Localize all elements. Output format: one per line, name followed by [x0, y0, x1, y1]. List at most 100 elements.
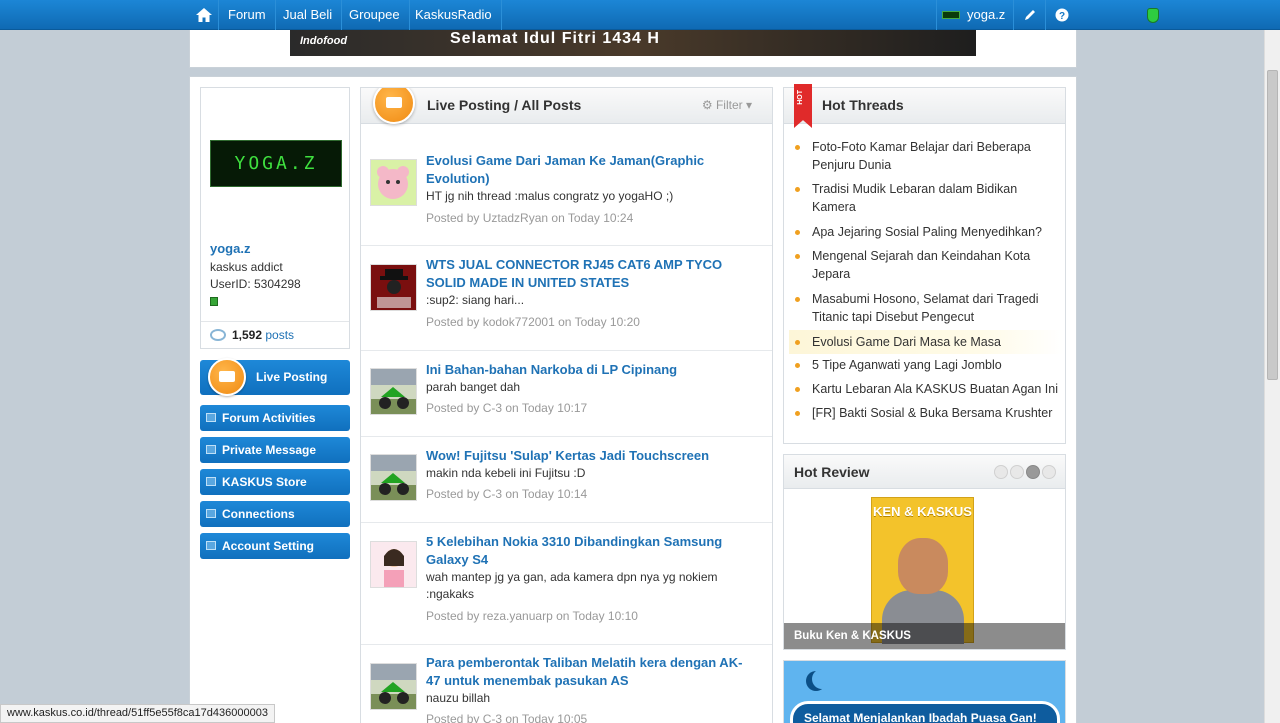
bullet-icon — [795, 187, 800, 192]
hot-thread-title: Tradisi Mudik Lebaran dalam Bidikan Kame… — [812, 182, 1018, 214]
user-avatar-mini — [942, 11, 960, 19]
scrollbar-thumb[interactable] — [1267, 70, 1278, 380]
list-item: Ini Bahan-bahan Narkoba di LP Cipinang p… — [361, 351, 772, 437]
hot-thread-item[interactable]: Masabumi Hosono, Selamat dari Tragedi Ti… — [789, 290, 1064, 326]
pencil-icon[interactable] — [1013, 0, 1045, 30]
post-title-link[interactable]: Wow! Fujitsu 'Sulap' Kertas Jadi Touchsc… — [426, 447, 756, 465]
post-thumbnail[interactable] — [370, 159, 417, 206]
hot-thread-title: Evolusi Game Dari Masa ke Masa — [812, 335, 1001, 349]
hot-thread-item[interactable]: Evolusi Game Dari Masa ke Masa — [789, 330, 1064, 354]
post-count[interactable]: 1,592 posts — [210, 328, 294, 342]
ad-banner[interactable]: Indofood Selamat Idul Fitri 1434 H — [290, 30, 976, 56]
sidebar-item-label: Forum Activities — [222, 411, 316, 425]
post-thumbnail[interactable] — [370, 663, 417, 710]
user-menu[interactable]: yoga.z — [936, 0, 1014, 30]
post-title-link[interactable]: WTS JUAL CONNECTOR RJ45 CAT6 AMP TYCO SO… — [426, 256, 756, 292]
banner-brand: Indofood — [300, 35, 348, 47]
book-title: KEN & KASKUS — [873, 504, 972, 519]
sidebar-item-label: Connections — [222, 507, 295, 521]
list-item: Evolusi Game Dari Jaman Ke Jaman(Graphic… — [361, 125, 772, 246]
hot-review-header: Hot Review — [784, 455, 1065, 489]
post-thumbnail[interactable] — [370, 264, 417, 311]
hot-thread-item[interactable]: Mengenal Sejarah dan Keindahan Kota Jepa… — [789, 247, 1064, 283]
list-item: 5 Kelebihan Nokia 3310 Dibandingkan Sams… — [361, 523, 772, 645]
nav-forum[interactable]: Forum — [219, 0, 276, 30]
status-bar-url: www.kaskus.co.id/thread/51ff5e55f8ca17d4… — [0, 704, 275, 723]
shield-icon[interactable] — [1147, 8, 1159, 23]
wrench-icon — [206, 541, 216, 550]
profile-card: YOGA.Z yoga.z kaskus addict UserID: 5304… — [200, 87, 350, 349]
hot-thread-item[interactable]: Foto-Foto Kamar Belajar dari Beberapa Pe… — [789, 138, 1064, 174]
ramadan-banner[interactable]: Selamat Menjalankan Ibadah Puasa Gan! — [783, 660, 1066, 723]
hot-thread-item[interactable]: Kartu Lebaran Ala KASKUS Buatan Agan Ini — [789, 380, 1064, 398]
list-item: Wow! Fujitsu 'Sulap' Kertas Jadi Touchsc… — [361, 437, 772, 523]
sidebar-item-account-setting[interactable]: Account Setting — [200, 533, 350, 559]
hot-thread-item[interactable]: Apa Jejaring Sosial Paling Menyedihkan? — [789, 223, 1064, 241]
live-posting-panel: Live Posting / All Posts ⚙ Filter ▾ Evol… — [360, 87, 773, 723]
hot-thread-item[interactable]: 5 Tipe Aganwati yang Lagi Jomblo — [789, 356, 1064, 374]
post-snippet: wah mantep jg ya gan, ada kamera dpn nya… — [426, 570, 718, 601]
hot-ribbon-icon: HOT — [794, 84, 812, 128]
sidebar-item-private-message[interactable]: Private Message — [200, 437, 350, 463]
post-title-link[interactable]: Para pemberontak Taliban Melatih kera de… — [426, 654, 756, 690]
profile-name[interactable]: yoga.z — [210, 241, 250, 256]
people-icon — [206, 509, 216, 518]
review-caption[interactable]: Buku Ken & KASKUS — [784, 623, 1065, 649]
panel-title: Hot Review — [794, 464, 870, 480]
hot-thread-item[interactable]: [FR] Bakti Sosial & Buka Bersama Krushte… — [789, 404, 1064, 422]
banner-message: Selamat Idul Fitri 1434 H — [450, 30, 660, 47]
home-icon[interactable] — [189, 0, 219, 30]
post-snippet: makin nda kebeli ini Fujitsu :D — [426, 466, 586, 480]
bullet-icon — [795, 411, 800, 416]
hot-thread-title: [FR] Bakti Sosial & Buka Bersama Krushte… — [812, 406, 1053, 420]
divider — [201, 321, 349, 322]
carousel-dot[interactable] — [1042, 465, 1056, 479]
nav-kaskusradio[interactable]: KaskusRadio — [406, 0, 502, 30]
cart-icon — [206, 477, 216, 486]
avatar[interactable]: YOGA.Z — [210, 140, 342, 187]
nav-groupee[interactable]: Groupee — [340, 0, 410, 30]
sidebar-item-label: Account Setting — [222, 539, 314, 553]
vertical-scrollbar[interactable] — [1264, 30, 1280, 723]
post-title-link[interactable]: Ini Bahan-bahan Narkoba di LP Cipinang — [426, 361, 756, 379]
help-icon[interactable]: ? — [1045, 0, 1077, 30]
carousel-dot[interactable] — [1010, 465, 1024, 479]
filter-dropdown[interactable]: ⚙ Filter ▾ — [702, 98, 752, 112]
post-thumbnail[interactable] — [370, 368, 417, 415]
carousel-dot[interactable] — [994, 465, 1008, 479]
book-cover-image[interactable]: KEN & KASKUS — [871, 497, 974, 644]
live-posting-icon — [373, 88, 415, 124]
profile-userid: UserID: 5304298 — [210, 277, 301, 291]
post-title-link[interactable]: Evolusi Game Dari Jaman Ke Jaman(Graphic… — [426, 152, 756, 188]
live-posting-header: Live Posting / All Posts ⚙ Filter ▾ — [361, 88, 772, 124]
sidebar-item-connections[interactable]: Connections — [200, 501, 350, 527]
hot-thread-title: Mengenal Sejarah dan Keindahan Kota Jepa… — [812, 249, 1031, 281]
post-meta: Posted by C-3 on Today 10:14 — [426, 487, 588, 501]
hot-thread-title: Kartu Lebaran Ala KASKUS Buatan Agan Ini — [812, 382, 1059, 396]
post-thumbnail[interactable] — [370, 454, 417, 501]
post-snippet: nauzu billah — [426, 691, 491, 705]
live-posting-icon — [208, 358, 246, 396]
hot-review-panel: Hot Review KEN & KASKUS Buku Ken & KASKU… — [783, 454, 1066, 650]
post-title-link[interactable]: 5 Kelebihan Nokia 3310 Dibandingkan Sams… — [426, 533, 756, 569]
post-meta: Posted by UztadzRyan on Today 10:24 — [426, 211, 634, 225]
post-snippet: HT jg nih thread :malus congratz yo yoga… — [426, 189, 674, 203]
post-meta: Posted by C-3 on Today 10:17 — [426, 401, 588, 415]
profile-rank: kaskus addict — [210, 260, 283, 274]
sidebar-item-label: Live Posting — [256, 370, 328, 384]
username-label: yoga.z — [967, 7, 1006, 22]
post-count-value: 1,592 — [232, 328, 263, 342]
bullet-icon — [795, 230, 800, 235]
nav-jual-beli[interactable]: Jual Beli — [274, 0, 343, 30]
sidebar-item-live-posting[interactable]: Live Posting — [200, 358, 350, 396]
speech-bubble-icon — [210, 329, 226, 341]
panel-title: Hot Threads — [822, 97, 904, 113]
hot-thread-item[interactable]: Tradisi Mudik Lebaran dalam Bidikan Kame… — [789, 180, 1064, 216]
bullet-icon — [795, 340, 800, 345]
sidebar-item-kaskus-store[interactable]: KASKUS Store — [200, 469, 350, 495]
sidebar-item-forum-activities[interactable]: Forum Activities — [200, 405, 350, 431]
bullet-icon — [795, 387, 800, 392]
post-thumbnail[interactable] — [370, 541, 417, 588]
sidebar-item-label: KASKUS Store — [222, 475, 307, 489]
carousel-dot-active[interactable] — [1026, 465, 1040, 479]
